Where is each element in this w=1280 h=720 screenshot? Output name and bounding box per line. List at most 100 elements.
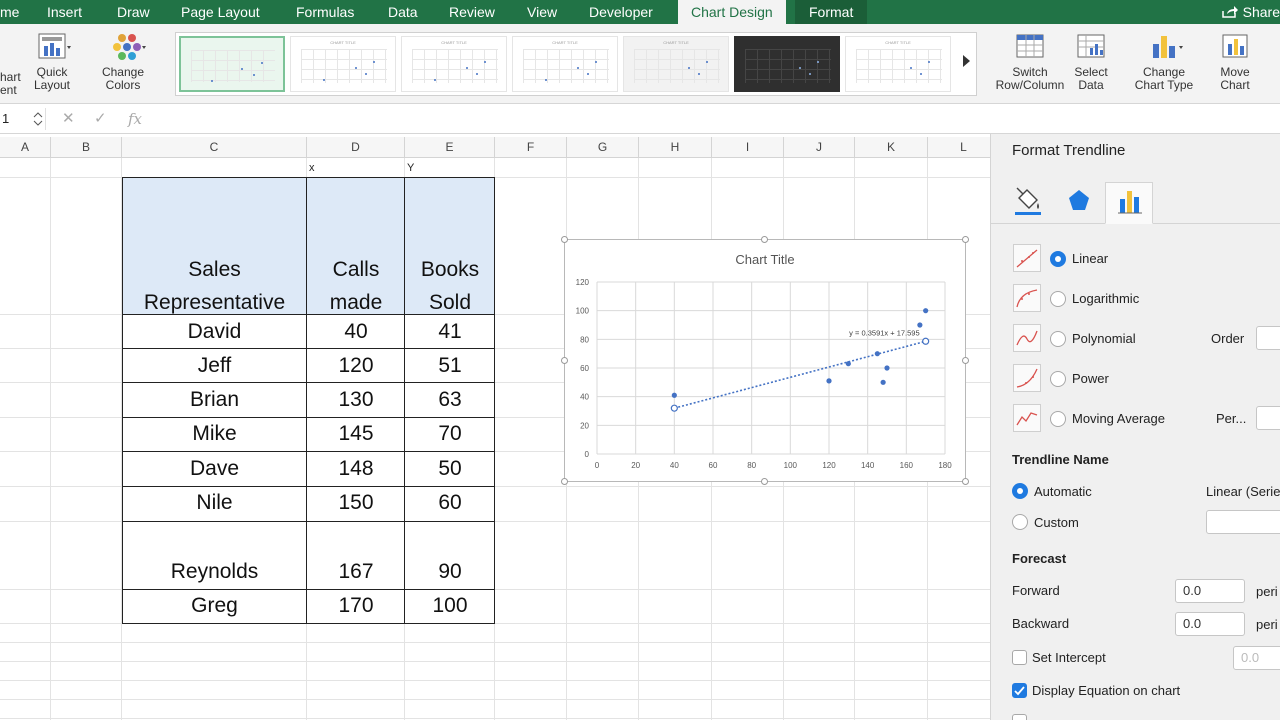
insert-function-icon[interactable]: fx (128, 108, 142, 130)
period-input[interactable] (1256, 406, 1280, 430)
tab-trendline-options[interactable] (1105, 182, 1153, 224)
table-row-calls[interactable]: 148 (307, 457, 405, 481)
change-colors-button[interactable]: Change Colors (98, 32, 148, 92)
radio-logarithmic[interactable] (1050, 291, 1066, 307)
table-row-books[interactable]: 41 (405, 320, 495, 344)
column-header-g[interactable]: G (567, 137, 639, 158)
table-row-calls[interactable]: 167 (307, 560, 405, 584)
table-row-name[interactable]: Jeff (122, 354, 307, 378)
table-row-calls[interactable]: 170 (307, 594, 405, 618)
resize-handle[interactable] (561, 478, 568, 485)
display-r-squared-checkbox[interactable] (1012, 714, 1027, 720)
table-row-calls[interactable]: 120 (307, 354, 405, 378)
resize-handle[interactable] (561, 357, 568, 364)
radio-automatic[interactable] (1012, 483, 1028, 499)
add-chart-element-button[interactable]: hart ent (0, 71, 22, 97)
quick-layout-button[interactable]: Quick Layout (30, 32, 74, 92)
resize-handle[interactable] (561, 236, 568, 243)
tab-chart-design[interactable]: Chart Design (678, 0, 786, 24)
change-chart-type-button[interactable]: Change Chart Type (1128, 32, 1200, 92)
trend-option-logarithmic[interactable]: Logarithmic (1013, 284, 1273, 314)
column-header-c[interactable]: C (122, 137, 307, 158)
table-row-books[interactable]: 100 (405, 594, 495, 618)
backward-input[interactable]: 0.0 (1175, 612, 1245, 636)
resize-handle[interactable] (761, 478, 768, 485)
column-header-k[interactable]: K (855, 137, 928, 158)
chart-style-5[interactable]: CHART TITLE (623, 36, 729, 92)
tab-draw[interactable]: Draw (117, 0, 150, 24)
tab-developer[interactable]: Developer (589, 0, 653, 24)
share-button[interactable]: Share (1221, 0, 1280, 24)
table-row-calls[interactable]: 145 (307, 422, 405, 446)
column-header-e[interactable]: E (405, 137, 495, 158)
table-row-books[interactable]: 70 (405, 422, 495, 446)
table-row-books[interactable]: 63 (405, 388, 495, 412)
trend-option-linear[interactable]: Linear (1013, 244, 1273, 274)
table-row-name[interactable]: Dave (122, 457, 307, 481)
forward-input[interactable]: 0.0 (1175, 579, 1245, 603)
table-row-name[interactable]: Greg (122, 594, 307, 618)
tab-format[interactable]: Format (795, 0, 868, 24)
table-row-books[interactable]: 90 (405, 560, 495, 584)
table-row-name[interactable]: Reynolds (122, 560, 307, 584)
table-row-books[interactable]: 60 (405, 491, 495, 515)
tab-page-layout[interactable]: Page Layout (181, 0, 260, 24)
tab-home[interactable]: me (0, 0, 19, 24)
enter-icon[interactable]: ✓ (94, 108, 107, 130)
column-header-d[interactable]: D (307, 137, 405, 158)
resize-handle[interactable] (962, 478, 969, 485)
tab-review[interactable]: Review (449, 0, 495, 24)
radio-custom[interactable] (1012, 514, 1028, 530)
display-equation-checkbox[interactable] (1012, 683, 1027, 698)
intercept-input[interactable]: 0.0 (1233, 646, 1280, 670)
table-row-name[interactable]: David (122, 320, 307, 344)
stepper-icon[interactable] (33, 111, 43, 127)
table-row-calls[interactable]: 40 (307, 320, 405, 344)
resize-handle[interactable] (962, 357, 969, 364)
column-header-f[interactable]: F (495, 137, 567, 158)
table-row-calls[interactable]: 150 (307, 491, 405, 515)
trend-option-power[interactable]: Power (1013, 364, 1273, 394)
column-header-j[interactable]: J (784, 137, 855, 158)
chart-style-7[interactable]: CHART TITLE (845, 36, 951, 92)
tab-fill-line[interactable] (1005, 182, 1053, 224)
tab-view[interactable]: View (527, 0, 557, 24)
table-row-name[interactable]: Mike (122, 422, 307, 446)
chart-style-6[interactable] (734, 36, 840, 92)
resize-handle[interactable] (761, 236, 768, 243)
switch-row-column-button[interactable]: Switch Row/Column (995, 32, 1065, 92)
radio-power[interactable] (1050, 371, 1066, 387)
chart-style-3[interactable]: CHART TITLE (401, 36, 507, 92)
table-row-name[interactable]: Brian (122, 388, 307, 412)
cancel-icon[interactable]: ✕ (62, 108, 75, 130)
column-header-b[interactable]: B (51, 137, 122, 158)
column-header-h[interactable]: H (639, 137, 712, 158)
scatter-chart[interactable]: Chart Title 0 20 40 60 80 100 120 140 160 180 0 20 4… (561, 236, 969, 485)
name-box[interactable]: 1 (0, 108, 46, 130)
radio-linear[interactable] (1050, 251, 1066, 267)
worksheet-grid[interactable]: A B C D E F G H I J K L x Y Sales Repres… (0, 137, 990, 720)
custom-name-input[interactable] (1206, 510, 1280, 534)
tab-insert[interactable]: Insert (47, 0, 82, 24)
tab-effects[interactable] (1055, 182, 1103, 224)
chart-style-4[interactable]: CHART TITLE (512, 36, 618, 92)
column-header-a[interactable]: A (0, 137, 51, 158)
chart-style-2[interactable]: CHART TITLE (290, 36, 396, 92)
gallery-next-icon[interactable] (963, 55, 970, 67)
radio-polynomial[interactable] (1050, 331, 1066, 347)
table-row-name[interactable]: Nile (122, 491, 307, 515)
table-row-calls[interactable]: 130 (307, 388, 405, 412)
tab-formulas[interactable]: Formulas (296, 0, 354, 24)
column-header-l[interactable]: L (928, 137, 990, 158)
resize-handle[interactable] (962, 236, 969, 243)
order-input[interactable] (1256, 326, 1280, 350)
tab-data[interactable]: Data (388, 0, 418, 24)
table-row-books[interactable]: 50 (405, 457, 495, 481)
select-data-button[interactable]: Select Data (1068, 32, 1114, 92)
chart-style-1[interactable] (179, 36, 285, 92)
move-chart-button[interactable]: Move Chart (1213, 32, 1257, 92)
set-intercept-checkbox[interactable] (1012, 650, 1027, 665)
radio-moving-average[interactable] (1050, 411, 1066, 427)
table-row-books[interactable]: 51 (405, 354, 495, 378)
column-header-i[interactable]: I (712, 137, 784, 158)
